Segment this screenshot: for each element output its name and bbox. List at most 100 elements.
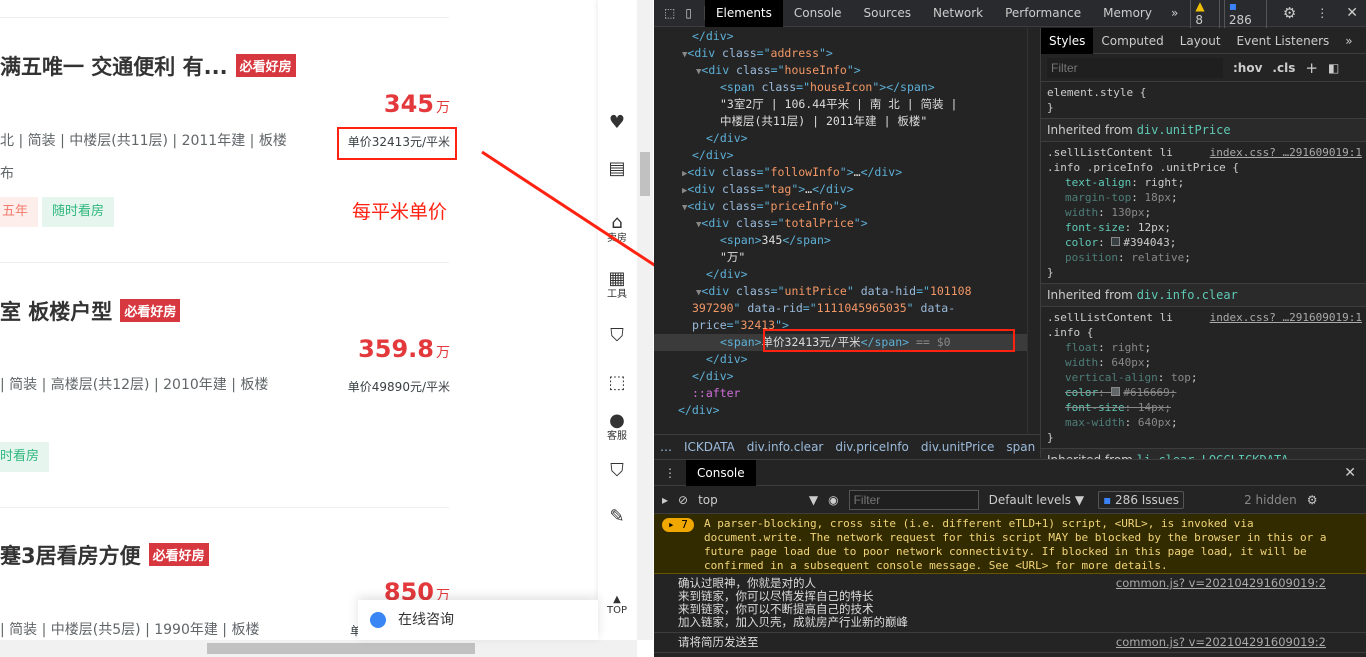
source-link[interactable]: common.js? v=202104291609019:2 xyxy=(1116,636,1326,649)
tab-event-listeners[interactable]: Event Listeners xyxy=(1229,28,1338,54)
tab-layout[interactable]: Layout xyxy=(1172,28,1229,54)
breadcrumb-item[interactable]: ICKDATA xyxy=(684,440,735,454)
dom-node[interactable]: ▼<div class="houseInfo"> xyxy=(654,62,1027,79)
source-link[interactable]: index.css? …291609019:1 xyxy=(1210,145,1362,160)
dom-node[interactable]: 中楼层(共11层) | 2011年建 | 板楼" xyxy=(654,113,1027,130)
css-property[interactable]: position: relative; xyxy=(1047,250,1360,265)
console-filter-input[interactable] xyxy=(848,489,979,510)
horizontal-scrollbar[interactable] xyxy=(0,640,637,657)
warnings-count[interactable]: ▲ 8 xyxy=(1190,0,1220,29)
tab-sources[interactable]: Sources xyxy=(853,0,922,27)
issues-button[interactable]: ▪ 286 Issues xyxy=(1098,490,1185,509)
css-property[interactable]: font-size: 12px; xyxy=(1047,220,1360,235)
dom-node[interactable]: ::after xyxy=(654,385,1027,402)
tab-elements[interactable]: Elements xyxy=(704,0,783,27)
clear-console-icon[interactable]: ⊘ xyxy=(678,493,688,507)
listing-title-link[interactable]: 蹇3居看房方便 必看好房 xyxy=(0,540,209,570)
context-select[interactable]: top ▼ xyxy=(698,493,818,507)
css-property[interactable]: width: 130px; xyxy=(1047,205,1360,220)
css-property[interactable]: margin-top: 18px; xyxy=(1047,190,1360,205)
dom-node[interactable]: <span>345</span> xyxy=(654,232,1027,249)
more-options-icon[interactable]: ⋮ xyxy=(1306,6,1338,20)
add-rule-icon[interactable]: + xyxy=(1305,59,1318,77)
dom-node[interactable]: </div> xyxy=(654,130,1027,147)
dom-node[interactable]: </div> xyxy=(654,351,1027,368)
drawer-menu-icon[interactable]: ⋮ xyxy=(654,466,686,480)
vertical-scrollbar[interactable] xyxy=(637,0,653,640)
dom-tree[interactable]: </div> ▼<div class="address"> ▼<div class=… xyxy=(654,28,1027,433)
more-tabs-icon[interactable]: » xyxy=(1163,6,1186,20)
source-link[interactable]: index.css? …291609019:1 xyxy=(1210,310,1362,325)
device-toolbar-icon[interactable]: ▯ xyxy=(681,6,705,20)
dom-node[interactable]: ▼<div class="totalPrice"> xyxy=(654,215,1027,232)
listing-title-link[interactable]: 室 板楼户型 必看好房 xyxy=(0,296,181,326)
css-property[interactable]: max-width: 640px; xyxy=(1047,415,1360,430)
sidebar-item-phone-shield[interactable]: ⛉ xyxy=(598,460,636,481)
close-drawer-icon[interactable]: ✕ xyxy=(1334,465,1366,481)
online-consult-button[interactable]: 在线咨询 xyxy=(358,600,598,640)
css-property[interactable]: width: 640px; xyxy=(1047,355,1360,370)
breadcrumb-item[interactable]: div.priceInfo xyxy=(835,440,909,454)
breadcrumb-item[interactable]: … xyxy=(660,440,672,454)
tab-network[interactable]: Network xyxy=(922,0,994,27)
console-message[interactable]: 请将简历发送至 common.js? v=202104291609019:2 xyxy=(654,633,1366,653)
close-icon[interactable]: ✕ xyxy=(1338,5,1366,21)
sidebar-item-heart[interactable]: ♥ xyxy=(598,112,636,133)
console-settings-icon[interactable]: ⚙ xyxy=(1307,493,1318,507)
dom-node[interactable]: </div> xyxy=(654,402,1027,419)
source-link[interactable]: common.js? v=202104291609019:2 xyxy=(1116,577,1326,590)
tab-console-drawer[interactable]: Console xyxy=(686,459,756,486)
toggle-sidebar-icon[interactable]: ◧ xyxy=(1328,61,1339,75)
sidebar-item-customer-service[interactable]: ● 客服 xyxy=(598,410,636,442)
sidebar-item-scan[interactable]: ⬚ xyxy=(598,372,636,393)
sidebar-item-compare[interactable]: ▤ xyxy=(598,158,636,179)
color-swatch[interactable] xyxy=(1111,387,1121,396)
sidebar-item-promise[interactable]: ⛉ xyxy=(598,325,636,346)
tab-styles[interactable]: Styles xyxy=(1041,27,1094,54)
inherited-from-link[interactable]: div.info.clear xyxy=(1137,288,1238,302)
css-property[interactable]: vertical-align: top; xyxy=(1047,370,1360,385)
css-property[interactable]: color: #394043; xyxy=(1047,235,1360,250)
color-swatch[interactable] xyxy=(1111,237,1121,246)
issues-count[interactable]: ▪ 286 xyxy=(1223,0,1267,29)
inherited-from-link[interactable]: div.unitPrice xyxy=(1137,123,1231,137)
sidebar-item-back-to-top[interactable]: ▲ TOP xyxy=(598,594,636,616)
dom-node[interactable]: 397290" data-rid="1111045965035" data- xyxy=(654,300,1027,317)
dom-node[interactable]: ▶<div class="tag">…</div> xyxy=(654,181,1027,198)
console-message[interactable]: 确认过眼神，你就是对的人 来到链家，你可以尽情发挥自己的特长 来到链家，你可以不断提… xyxy=(654,574,1366,633)
dom-node[interactable]: </div> xyxy=(654,368,1027,385)
sidebar-toggle-icon[interactable]: ▸ xyxy=(662,493,668,507)
dom-node[interactable]: ▼<div class="address"> xyxy=(654,45,1027,62)
more-tabs-icon[interactable]: » xyxy=(1337,28,1360,54)
breadcrumb-item[interactable]: div.unitPrice xyxy=(921,440,994,454)
breadcrumb-item[interactable]: div.info.clear xyxy=(747,440,824,454)
scrollbar-thumb[interactable] xyxy=(640,152,650,196)
dom-node[interactable]: ▶<div class="followInfo">…</div> xyxy=(654,164,1027,181)
breadcrumb-item[interactable]: span xyxy=(1006,440,1035,454)
log-levels-dropdown[interactable]: Default levels ▼ xyxy=(989,493,1085,507)
element-style-rule[interactable]: element.style {} xyxy=(1041,82,1366,119)
warning-count-badge[interactable]: ▸ 7 xyxy=(662,518,694,532)
class-toggle[interactable]: .cls xyxy=(1272,61,1295,75)
css-rule[interactable]: .sellListContent li .info .priceInfo .un… xyxy=(1041,142,1366,284)
tab-performance[interactable]: Performance xyxy=(994,0,1092,27)
tab-memory[interactable]: Memory xyxy=(1092,0,1163,27)
dom-node[interactable]: "万" xyxy=(654,249,1027,266)
dom-node[interactable]: </div> xyxy=(654,28,1027,45)
tab-console[interactable]: Console xyxy=(783,0,853,27)
sidebar-item-sell-house[interactable]: ⌂ 卖房 xyxy=(598,212,636,244)
css-property[interactable]: font-size: 14px; xyxy=(1047,400,1360,415)
css-property[interactable]: float: right; xyxy=(1047,340,1360,355)
listing-title-link[interactable]: 满五唯一 交通便利 有... 必看好房 xyxy=(0,51,296,81)
dom-node[interactable]: ▼<div class="unitPrice" data-hid="101108 xyxy=(654,283,1027,300)
settings-gear-icon[interactable]: ⚙ xyxy=(1267,4,1306,22)
elements-scrollbar[interactable] xyxy=(1027,28,1040,433)
dom-node[interactable]: "3室2厅 | 106.44平米 | 南 北 | 简装 | xyxy=(654,96,1027,113)
hover-state-toggle[interactable]: :hov xyxy=(1233,61,1262,75)
css-property[interactable]: color: #616669; xyxy=(1047,385,1360,400)
dom-node[interactable]: </div> xyxy=(654,266,1027,283)
dom-node[interactable]: ▼<div class="priceInfo"> xyxy=(654,198,1027,215)
dom-node[interactable]: <span class="houseIcon"></span> xyxy=(654,79,1027,96)
sidebar-item-edit[interactable]: ✎ xyxy=(598,506,636,527)
console-warning[interactable]: ▸ 7 A parser-blocking, cross site (i.e. d… xyxy=(654,514,1366,574)
